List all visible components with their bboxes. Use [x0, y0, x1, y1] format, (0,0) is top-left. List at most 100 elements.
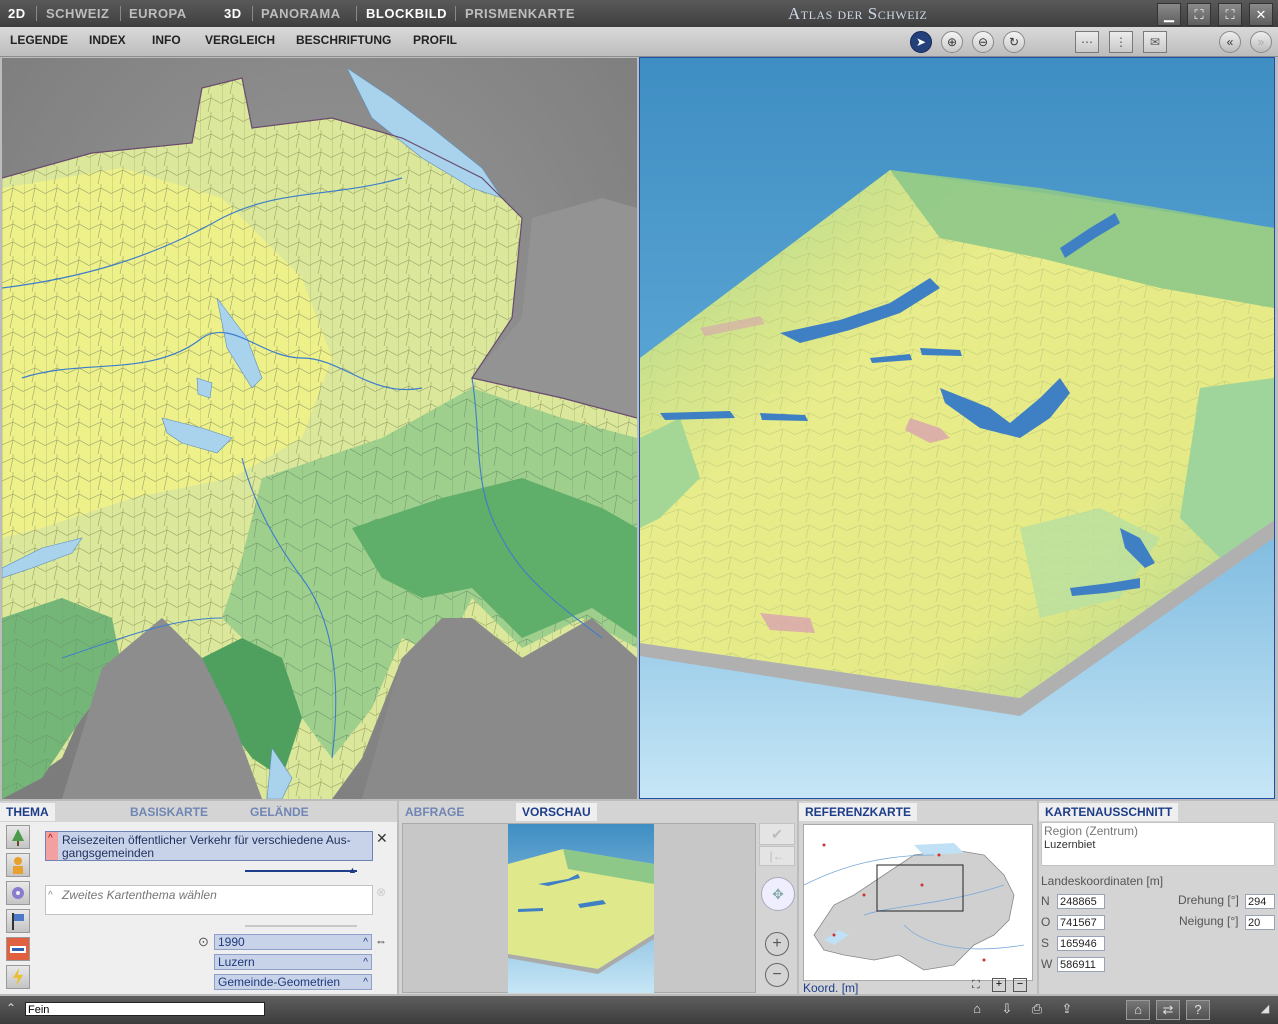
fullscreen-icon[interactable]: ⛶: [1218, 3, 1242, 26]
o-label: O: [1041, 915, 1051, 929]
secondary-theme-box[interactable]: ^ Zweites Kartenthema wählen: [45, 885, 373, 915]
tree-icon[interactable]: [6, 825, 30, 849]
tab-gelaende[interactable]: GELÄNDE: [244, 803, 315, 821]
collapse-icon[interactable]: ^: [48, 833, 53, 844]
o-field[interactable]: 741567: [1057, 915, 1105, 930]
play-icon[interactable]: ⊙: [198, 934, 209, 950]
preview-thumbnail[interactable]: [508, 824, 654, 993]
menu-beschriftung[interactable]: BESCHRIFTUNG: [296, 33, 391, 47]
tab-kartenausschnitt[interactable]: KARTENAUSSCHNITT: [1039, 803, 1179, 821]
expand-icon[interactable]: ^: [48, 890, 53, 901]
zoom-in-icon[interactable]: +: [765, 932, 789, 956]
region-select[interactable]: Luzern ^: [214, 954, 372, 970]
region-box: Region (Zentrum) Luzernbiet: [1041, 822, 1275, 866]
geometry-select[interactable]: Gemeinde-Geometrien ^: [214, 974, 372, 990]
atlas-home-icon[interactable]: ⌂: [1126, 1000, 1150, 1020]
quality-input[interactable]: Fein: [25, 1002, 265, 1016]
swap-icon[interactable]: ⇔: [375, 934, 387, 948]
primary-theme-box[interactable]: ^ Reisezeiten öffentlicher Verkehr für v…: [45, 831, 373, 861]
apply-check-icon: ✔: [759, 823, 795, 845]
menu-profil[interactable]: PROFIL: [413, 33, 457, 47]
pointer-icon[interactable]: ➤: [910, 31, 932, 53]
map-2d-canvas: [2, 58, 637, 799]
mode-3d-button[interactable]: 3D: [224, 6, 242, 21]
envelope-icon[interactable]: ✉: [1143, 31, 1167, 53]
secondary-slider: [245, 925, 357, 927]
help-icon[interactable]: ?: [1186, 1000, 1210, 1020]
split-horizontal-icon[interactable]: ⋯: [1075, 31, 1099, 53]
year-select[interactable]: 1990 ^: [214, 934, 372, 950]
forward-icon[interactable]: »: [1250, 31, 1272, 53]
reference-map-canvas: [803, 843, 1025, 971]
tab-vorschau[interactable]: VORSCHAU: [516, 803, 597, 821]
slider-handle-icon[interactable]: ▲: [348, 865, 357, 875]
pan-icon[interactable]: ↻: [1003, 31, 1025, 53]
year-value: 1990: [218, 935, 245, 949]
menu-vergleich[interactable]: VERGLEICH: [205, 33, 275, 47]
europa-button[interactable]: EUROPA: [129, 6, 187, 21]
map-2d-view[interactable]: [2, 58, 637, 799]
zoom-out-icon[interactable]: −: [765, 963, 789, 987]
tab-basiskarte[interactable]: BASISKARTE: [124, 803, 214, 821]
split-vertical-icon[interactable]: ⋮: [1109, 31, 1133, 53]
close-icon[interactable]: ✕: [1249, 3, 1273, 26]
tab-thema[interactable]: THEMA: [0, 803, 55, 821]
print-icon[interactable]: ⎙: [1026, 1000, 1048, 1018]
menu-info[interactable]: INFO: [152, 33, 181, 47]
remove-theme-icon[interactable]: ✕: [376, 830, 388, 847]
separator: [252, 6, 253, 21]
mode-2d-button[interactable]: 2D: [8, 6, 26, 21]
zoom-in-icon[interactable]: ⊕: [941, 31, 963, 53]
chevron-up-icon: ^: [363, 937, 368, 948]
zoom-out-icon[interactable]: ⊖: [972, 31, 994, 53]
export-icon[interactable]: ⇪: [1056, 1000, 1078, 1018]
reset-icon: |←: [759, 846, 795, 866]
quality-chevron-icon[interactable]: ⌃: [6, 1001, 16, 1015]
minimize-icon[interactable]: ▁: [1157, 3, 1181, 26]
geometry-value: Gemeinde-Geometrien: [218, 975, 341, 989]
prismenkarte-button[interactable]: PRISMENKARTE: [465, 6, 575, 21]
schweiz-button[interactable]: SCHWEIZ: [46, 6, 109, 21]
transport-icon[interactable]: [6, 937, 30, 961]
fit-icon[interactable]: ⛶: [972, 979, 980, 992]
n-field[interactable]: 248865: [1057, 894, 1105, 909]
zoom-out-icon[interactable]: −: [1013, 978, 1027, 992]
primary-theme-text: Reisezeiten öffentlicher Verkehr für ver…: [62, 833, 351, 860]
separator: [356, 6, 357, 21]
neigung-field[interactable]: 20: [1245, 915, 1275, 930]
back-icon[interactable]: «: [1219, 31, 1241, 53]
neigung-label: Neigung [°]: [1179, 914, 1239, 928]
blockbild-canvas: [640, 58, 1274, 798]
panorama-button[interactable]: PANORAMA: [261, 6, 341, 21]
n-label: N: [1041, 894, 1050, 908]
drehung-field[interactable]: 294: [1245, 894, 1275, 909]
energy-icon[interactable]: [6, 965, 30, 989]
restore-icon[interactable]: ⛶: [1187, 3, 1211, 26]
tab-abfrage[interactable]: ABFRAGE: [399, 803, 470, 821]
tab-referenzkarte[interactable]: REFERENZKARTE: [799, 803, 918, 821]
home-icon[interactable]: ⌂: [966, 1000, 988, 1018]
reference-map[interactable]: [803, 824, 1033, 981]
map-3d-view[interactable]: [639, 57, 1275, 799]
chevron-up-icon: ^: [363, 957, 368, 968]
w-label: W: [1041, 957, 1053, 971]
ausschnitt-panel: KARTENAUSSCHNITT Region (Zentrum) Luzern…: [1039, 801, 1278, 994]
blockbild-button[interactable]: BLOCKBILD: [366, 6, 447, 21]
flag-icon[interactable]: [6, 909, 30, 933]
menu-index[interactable]: INDEX: [89, 33, 126, 47]
navigate-icon[interactable]: ✥: [761, 877, 795, 911]
chevron-up-icon: ^: [363, 977, 368, 988]
resize-grip-icon[interactable]: ◢: [1254, 1000, 1276, 1018]
theme-slider[interactable]: [245, 870, 357, 872]
people-icon[interactable]: [6, 853, 30, 877]
w-field[interactable]: 586911: [1057, 957, 1105, 972]
s-field[interactable]: 165946: [1057, 936, 1105, 951]
zoom-in-icon[interactable]: +: [992, 978, 1006, 992]
download-icon[interactable]: ⇩: [996, 1000, 1018, 1018]
preview-panel: ABFRAGE VORSCHAU ✔ |← ✥ + −: [399, 801, 797, 994]
separator: [120, 6, 121, 21]
gear-icon[interactable]: [6, 881, 30, 905]
menu-legende[interactable]: LEGENDE: [10, 33, 68, 47]
link-icon[interactable]: ⇄: [1156, 1000, 1180, 1020]
menu-bar: LEGENDE INDEX INFO VERGLEICH BESCHRIFTUN…: [0, 27, 1278, 57]
